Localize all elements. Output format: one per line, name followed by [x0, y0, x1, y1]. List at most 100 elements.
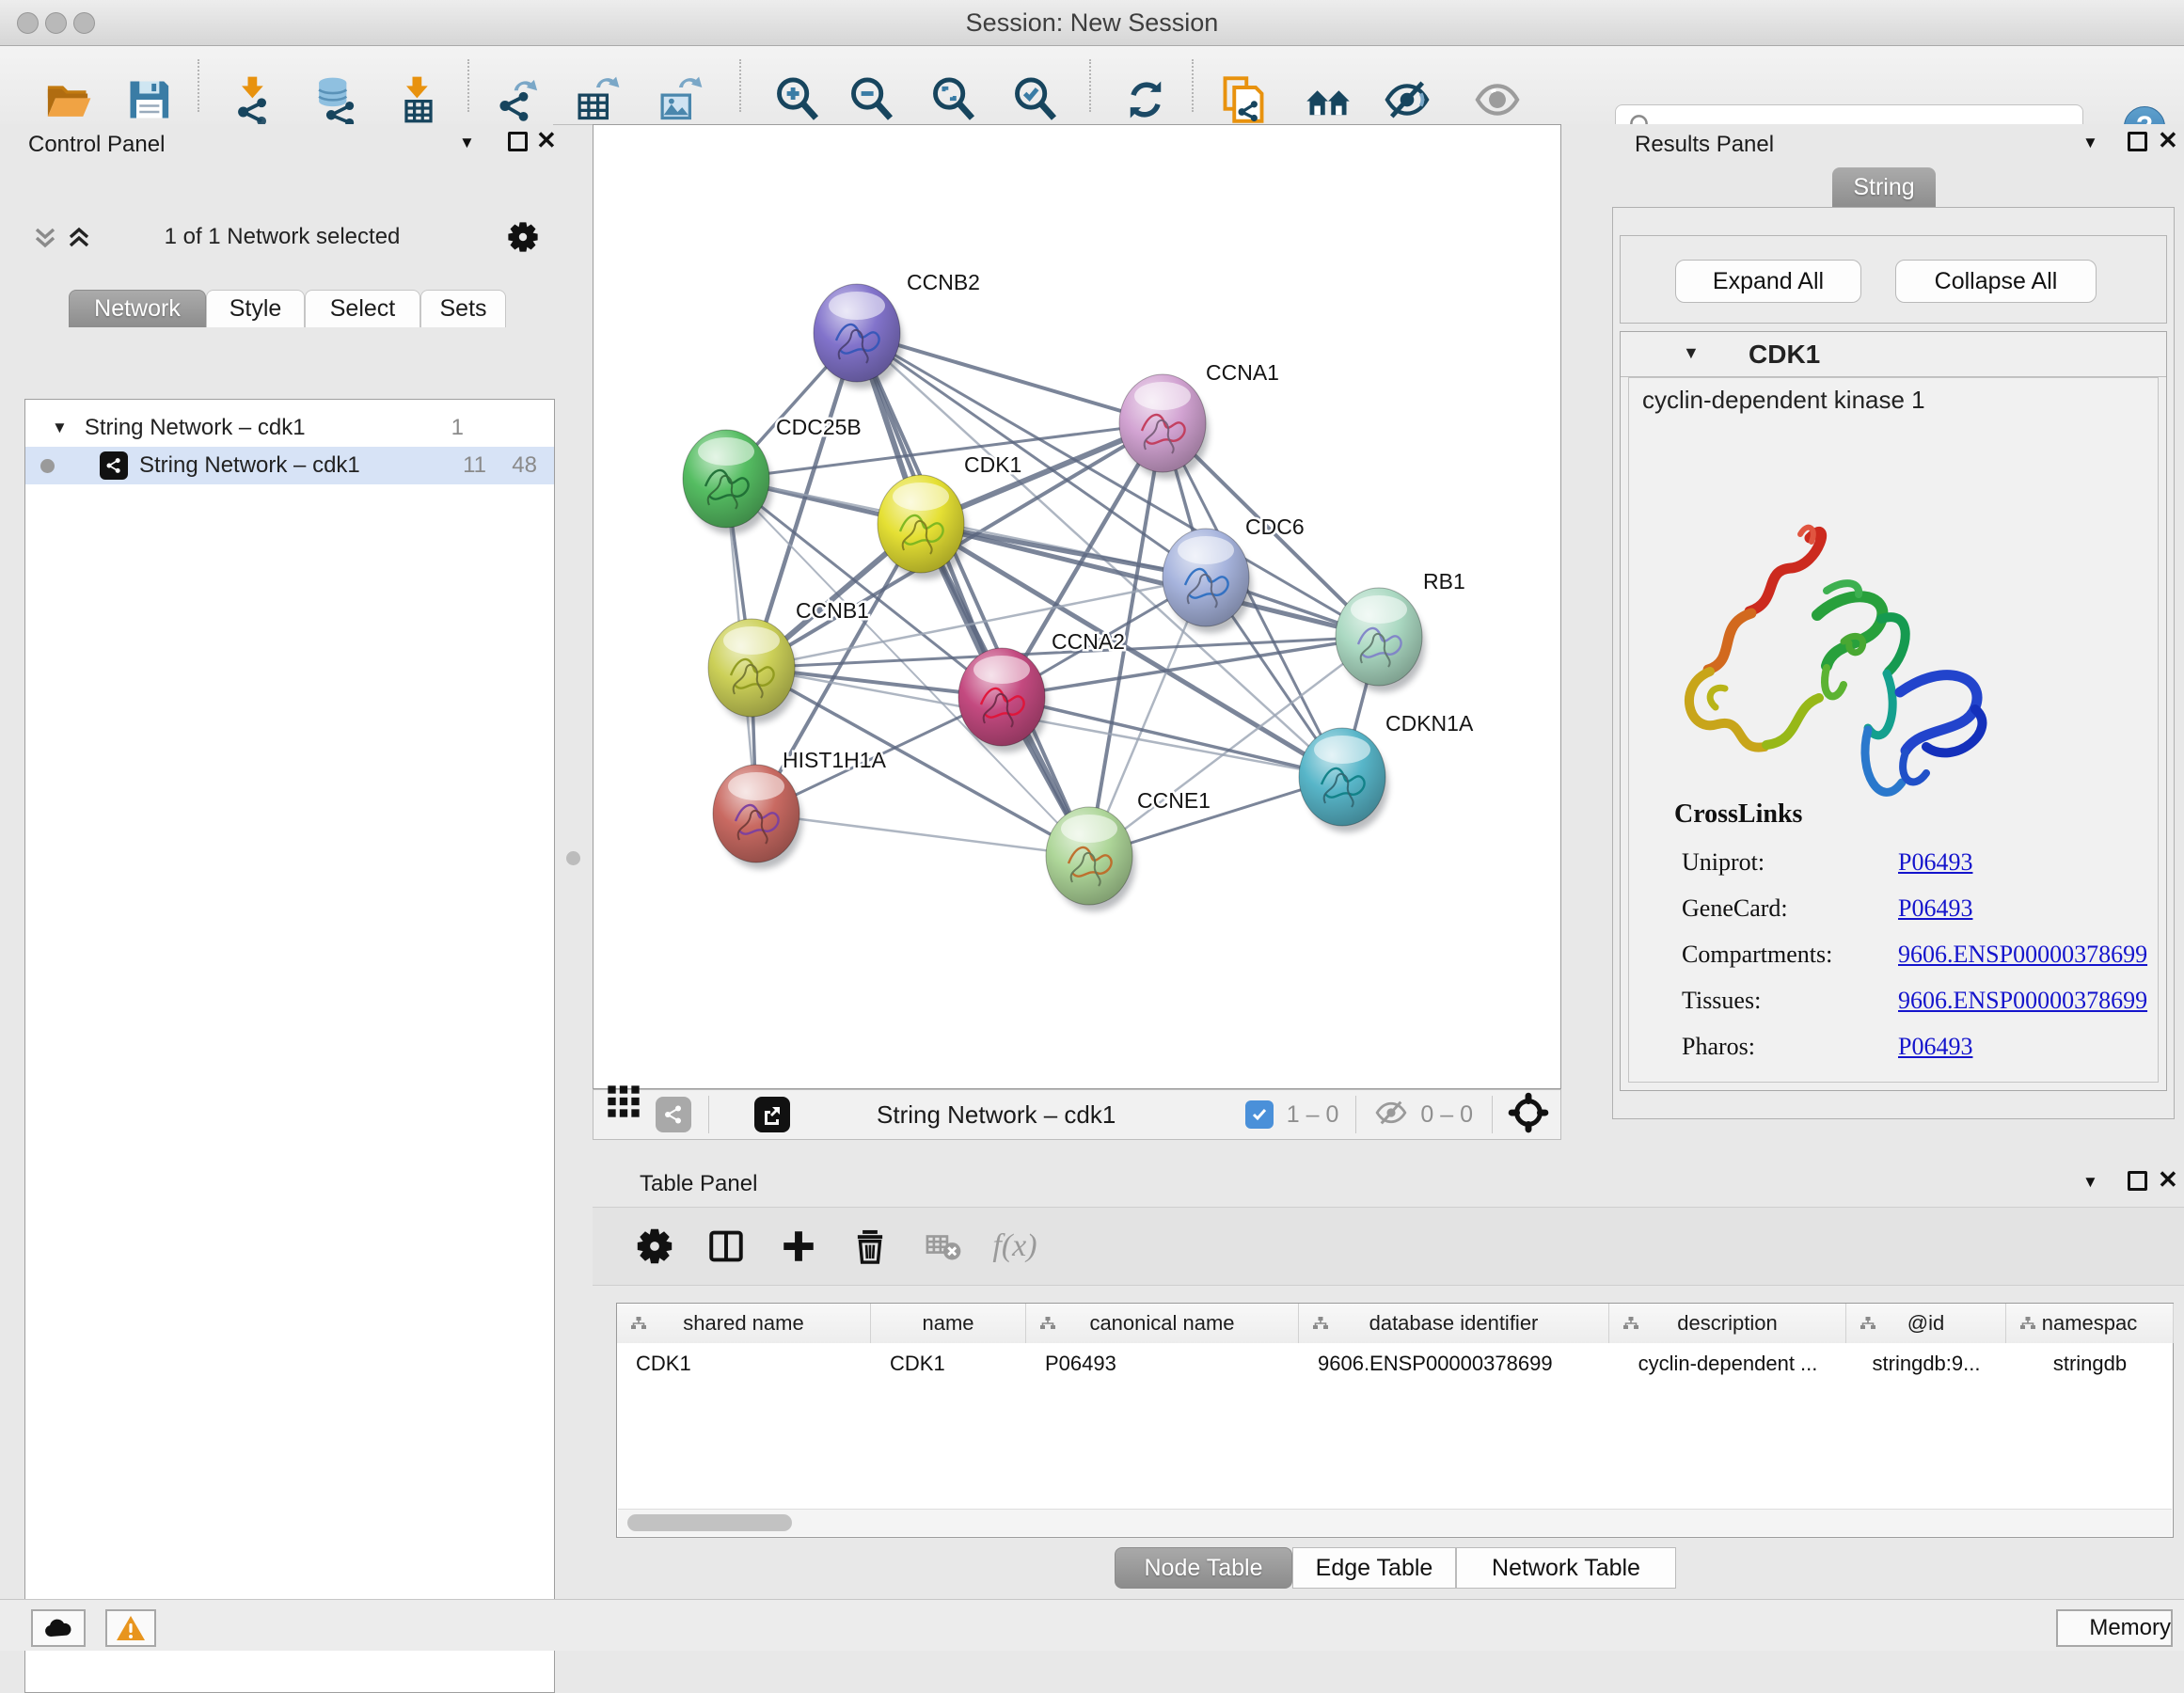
column-type-icon: [1860, 1316, 1876, 1331]
network-node[interactable]: RB1: [1336, 569, 1465, 692]
crosslink-link[interactable]: P06493: [1898, 848, 1972, 877]
import-table-file-icon[interactable]: [392, 73, 445, 126]
expand-all-button[interactable]: Expand All: [1675, 260, 1861, 303]
network-node[interactable]: CCNE1: [1046, 788, 1211, 911]
left-splitter-grip[interactable]: [566, 851, 580, 865]
crosslink-label: Compartments:: [1682, 941, 1898, 969]
warning-button[interactable]: [105, 1609, 156, 1647]
hide-selected-eye-icon[interactable]: [1381, 73, 1433, 126]
function-builder-icon[interactable]: f(x): [990, 1222, 1039, 1271]
crosslink-link[interactable]: 9606.ENSP00000378699: [1898, 987, 2147, 1015]
results-panel-menu-arrow-icon[interactable]: ▼: [2082, 134, 2098, 152]
crosslink-link[interactable]: P06493: [1898, 894, 1972, 923]
title-bar: Session: New Session: [0, 0, 2184, 46]
column-header-namespac[interactable]: namespac: [2006, 1304, 2174, 1343]
tab-string[interactable]: String: [1832, 167, 1936, 208]
network-row-selected[interactable]: String Network – cdk1 11 48: [25, 447, 554, 484]
results-panel-close-icon[interactable]: ✕: [2158, 131, 2178, 150]
table-panel-menu-arrow-icon[interactable]: ▼: [2082, 1173, 2098, 1192]
table-horizontal-scrollbar[interactable]: [618, 1509, 2172, 1536]
zoom-out-icon[interactable]: [846, 73, 898, 126]
column-header-description[interactable]: description: [1609, 1304, 1846, 1343]
table-cell[interactable]: cyclin-dependent ...: [1609, 1343, 1846, 1384]
tab-select[interactable]: Select: [305, 290, 420, 327]
hidden-eye-icon[interactable]: [1373, 1098, 1409, 1132]
cloud-icon: [41, 1616, 75, 1640]
delete-column-icon[interactable]: [846, 1222, 894, 1271]
cloud-button[interactable]: [31, 1609, 86, 1647]
table-cell[interactable]: CDK1: [617, 1343, 871, 1384]
share-network-view-icon[interactable]: [656, 1097, 691, 1132]
window-title: Session: New Session: [0, 8, 2184, 38]
export-network-icon[interactable]: [491, 73, 544, 126]
node-label: CCNA1: [1206, 360, 1279, 385]
network-node[interactable]: CDKN1A: [1299, 711, 1474, 832]
collapse-all-button[interactable]: Collapse All: [1895, 260, 2097, 303]
results-panel-float-icon[interactable]: [2128, 132, 2147, 151]
save-session-icon[interactable]: [122, 73, 175, 126]
show-all-eye-icon[interactable]: [1471, 73, 1524, 126]
table-cell[interactable]: stringdb:9...: [1846, 1343, 2006, 1384]
open-session-icon[interactable]: [41, 73, 94, 126]
export-table-icon[interactable]: [570, 73, 623, 126]
table-cell[interactable]: 9606.ENSP00000378699: [1299, 1343, 1609, 1384]
tab-style[interactable]: Style: [206, 290, 305, 327]
expand-all-chevron-icon[interactable]: [66, 226, 92, 250]
tab-network-table[interactable]: Network Table: [1456, 1547, 1676, 1589]
grid-view-icon[interactable]: [605, 1083, 642, 1120]
zoom-fit-icon[interactable]: [927, 73, 980, 126]
tab-edge-table[interactable]: Edge Table: [1292, 1547, 1456, 1589]
column-type-icon: [1312, 1316, 1329, 1331]
network-options-gear-icon[interactable]: [506, 220, 540, 254]
column-header-canonical-name[interactable]: canonical name: [1026, 1304, 1299, 1343]
table-cell[interactable]: CDK1: [871, 1343, 1026, 1384]
column-label: canonical name: [1089, 1311, 1234, 1336]
collection-disclosure-icon[interactable]: ▼: [52, 419, 68, 437]
network-node[interactable]: CDK1: [878, 452, 1021, 579]
delete-table-icon[interactable]: [919, 1222, 968, 1271]
crosslink-label: Uniprot:: [1682, 848, 1898, 877]
zoom-selected-icon[interactable]: [1009, 73, 1062, 126]
table-settings-gear-icon[interactable]: [630, 1222, 679, 1271]
apply-layout-icon[interactable]: [1119, 73, 1172, 126]
show-columns-icon[interactable]: [702, 1222, 751, 1271]
import-network-file-icon[interactable]: [228, 73, 280, 126]
column-header-database-identifier[interactable]: database identifier: [1299, 1304, 1609, 1343]
export-image-icon[interactable]: [653, 73, 705, 126]
memory-button[interactable]: Memory: [2056, 1609, 2173, 1647]
network-node[interactable]: HIST1H1A: [713, 748, 887, 869]
table-cell[interactable]: P06493: [1026, 1343, 1299, 1384]
tab-network[interactable]: Network: [69, 290, 206, 327]
tab-sets[interactable]: Sets: [420, 290, 506, 327]
control-panel-close-icon[interactable]: ✕: [536, 131, 557, 150]
node-label: CCNB1: [796, 598, 869, 623]
copy-style-icon[interactable]: [1217, 73, 1270, 126]
open-in-window-icon[interactable]: [754, 1097, 790, 1132]
table-panel-float-icon[interactable]: [2128, 1171, 2147, 1191]
network-svg[interactable]: CCNB2CCNA1CDC25BCDK1CDC6RB1CCNB1CCNA2CDK…: [593, 124, 1561, 1089]
network-collection-row[interactable]: ▼ String Network – cdk1 1: [25, 409, 554, 447]
tab-node-table[interactable]: Node Table: [1115, 1547, 1292, 1589]
table-panel-close-icon[interactable]: ✕: [2158, 1170, 2178, 1189]
crosslink-link[interactable]: P06493: [1898, 1033, 1972, 1061]
add-column-icon[interactable]: [774, 1222, 823, 1271]
control-panel-float-icon[interactable]: [508, 132, 528, 151]
first-neighbors-icon[interactable]: [1302, 73, 1354, 126]
import-network-database-icon[interactable]: [309, 73, 362, 126]
selected-checkbox-icon[interactable]: [1245, 1100, 1274, 1129]
zoom-in-icon[interactable]: [771, 73, 824, 126]
column-header-name[interactable]: name: [871, 1304, 1026, 1343]
gene-disclosure-icon[interactable]: ▼: [1683, 343, 1700, 363]
network-label: String Network – cdk1: [139, 452, 360, 479]
column-header--id[interactable]: @id: [1846, 1304, 2006, 1343]
collapse-all-chevron-icon[interactable]: [32, 226, 58, 250]
crosslink-link[interactable]: 9606.ENSP00000378699: [1898, 941, 2147, 969]
column-header-shared-name[interactable]: shared name: [617, 1304, 871, 1343]
network-node[interactable]: CCNA1: [1119, 360, 1279, 479]
gene-detail-box: cyclin-dependent kinase 1 Cr: [1628, 377, 2159, 1083]
table-cell[interactable]: stringdb: [2006, 1343, 2174, 1384]
gene-section-header[interactable]: ▼ CDK1: [1621, 332, 2166, 377]
birdseye-crosshair-icon[interactable]: [1508, 1092, 1549, 1138]
scrollbar-thumb[interactable]: [627, 1514, 792, 1531]
control-panel-menu-arrow-icon[interactable]: ▼: [459, 134, 475, 152]
